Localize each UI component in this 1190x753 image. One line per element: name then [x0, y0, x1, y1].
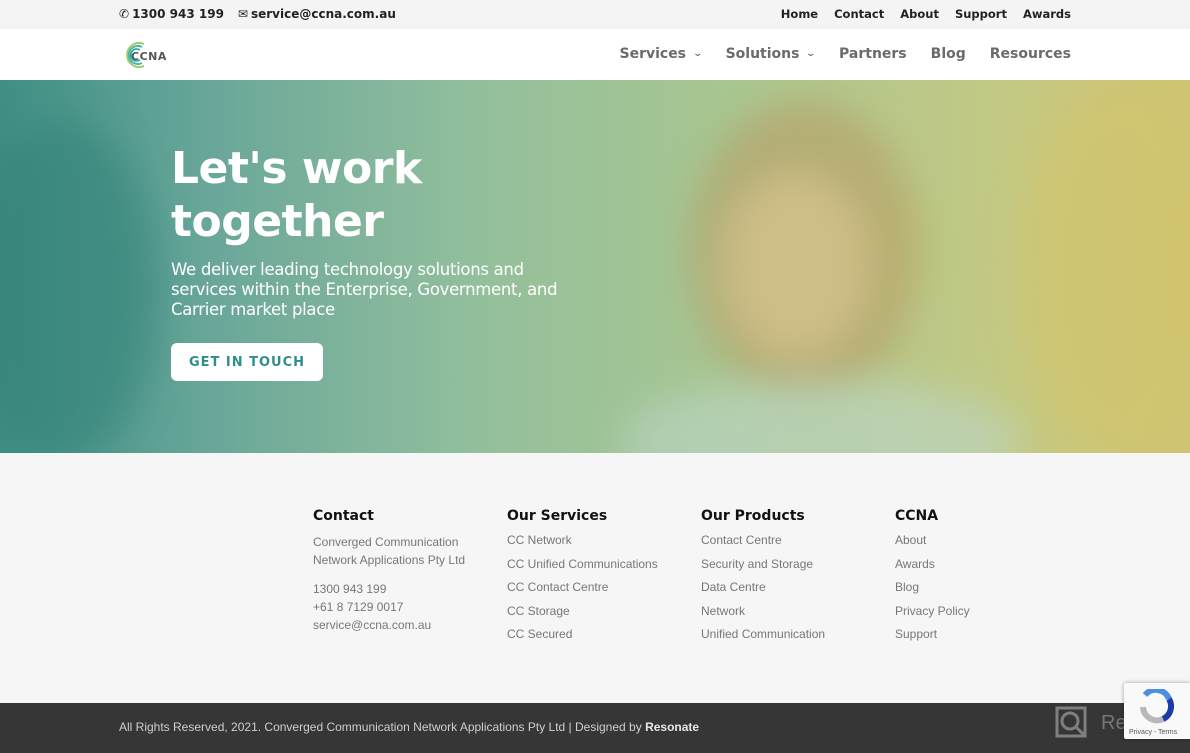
copyright-bar: All Rights Reserved, 2021. Converged Com…: [0, 703, 1190, 753]
recaptcha-icon: [1140, 689, 1175, 724]
site-header: CCNA Services ⌄ Solutions ⌄ Partners Blog …: [0, 29, 1190, 80]
nav-resources[interactable]: Resources: [990, 46, 1071, 62]
footer-link[interactable]: Awards: [895, 557, 1085, 571]
topnav-about[interactable]: About: [900, 7, 939, 21]
footer-link[interactable]: CC Storage: [507, 604, 697, 618]
recaptcha-terms[interactable]: Privacy - Terms: [1129, 729, 1177, 736]
footer-link[interactable]: Network: [701, 604, 891, 618]
footer-phone[interactable]: 1300 943 199: [313, 580, 503, 598]
footer-services: Our Services CC Network CC Unified Commu…: [507, 508, 697, 651]
topbar-phone[interactable]: ✆ 1300 943 199: [119, 7, 224, 21]
recaptcha-badge[interactable]: Privacy - Terms: [1124, 683, 1190, 739]
footer: Contact Converged Communication Network …: [0, 453, 1190, 703]
hero-image-bg-left: [0, 120, 160, 453]
top-bar: ✆ 1300 943 199 ✉ service@ccna.com.au Hom…: [0, 0, 1190, 29]
footer-services-title: Our Services: [507, 508, 608, 524]
secondary-nav: Home Contact About Support Awards: [781, 7, 1071, 21]
footer-link[interactable]: CC Unified Communications: [507, 557, 697, 571]
main-nav: Services ⌄ Solutions ⌄ Partners Blog Resou…: [619, 46, 1071, 62]
company-name: Converged Communication: [313, 535, 459, 549]
footer-link[interactable]: Support: [895, 627, 1085, 641]
hero-image-face: [720, 170, 870, 360]
footer-ccna: CCNA About Awards Blog Privacy Policy Su…: [895, 508, 1085, 651]
footer-email[interactable]: service@ccna.com.au: [313, 616, 503, 634]
topnav-home[interactable]: Home: [781, 7, 818, 21]
hero-banner: Let's work together We deliver leading t…: [0, 80, 1190, 453]
envelope-icon: ✉: [237, 7, 248, 21]
footer-phone-alt[interactable]: +61 8 7129 0017: [313, 598, 503, 616]
footer-link[interactable]: CC Contact Centre: [507, 580, 697, 594]
footer-link[interactable]: Blog: [895, 580, 1085, 594]
footer-contact-title: Contact: [313, 508, 374, 524]
nav-partners[interactable]: Partners: [839, 46, 907, 62]
footer-ccna-title: CCNA: [895, 508, 939, 524]
company-name-2: Network Applications Pty Ltd: [313, 553, 466, 567]
watermark-logo-icon: [1055, 706, 1087, 738]
footer-link[interactable]: CC Network: [507, 533, 697, 547]
footer-products-title: Our Products: [701, 508, 805, 524]
copyright-text: All Rights Reserved, 2021. Converged Com…: [119, 720, 700, 734]
designer-link[interactable]: Resonate: [645, 720, 699, 734]
phone-icon: ✆: [119, 7, 130, 21]
hero-subtitle: We deliver leading technology solutions …: [171, 260, 558, 319]
footer-link[interactable]: CC Secured: [507, 627, 697, 641]
logo-arc-icon: [126, 42, 145, 68]
logo[interactable]: CCNA: [122, 40, 182, 70]
topbar-email[interactable]: ✉ service@ccna.com.au: [238, 7, 396, 21]
footer-contact: Contact Converged Communication Network …: [313, 508, 503, 634]
footer-link[interactable]: About: [895, 533, 1085, 547]
get-in-touch-button[interactable]: GET IN TOUCH: [171, 343, 323, 381]
chevron-down-icon: ⌄: [805, 49, 817, 59]
footer-link[interactable]: Data Centre: [701, 580, 891, 594]
nav-blog[interactable]: Blog: [931, 46, 966, 62]
nav-services[interactable]: Services ⌄: [619, 46, 704, 62]
topnav-contact[interactable]: Contact: [834, 7, 884, 21]
hero-image-bg-right: [1020, 80, 1190, 453]
topnav-support[interactable]: Support: [955, 7, 1007, 21]
chevron-down-icon: ⌄: [692, 49, 704, 59]
hero-title: Let's work together: [171, 143, 422, 247]
footer-link[interactable]: Contact Centre: [701, 533, 891, 547]
footer-link[interactable]: Privacy Policy: [895, 604, 1085, 618]
hero-image-shirt: [620, 380, 1020, 453]
footer-products: Our Products Contact Centre Security and…: [701, 508, 891, 651]
nav-solutions[interactable]: Solutions ⌄: [726, 46, 817, 62]
topnav-awards[interactable]: Awards: [1023, 7, 1071, 21]
footer-link[interactable]: Security and Storage: [701, 557, 891, 571]
footer-link[interactable]: Unified Communication: [701, 627, 891, 641]
